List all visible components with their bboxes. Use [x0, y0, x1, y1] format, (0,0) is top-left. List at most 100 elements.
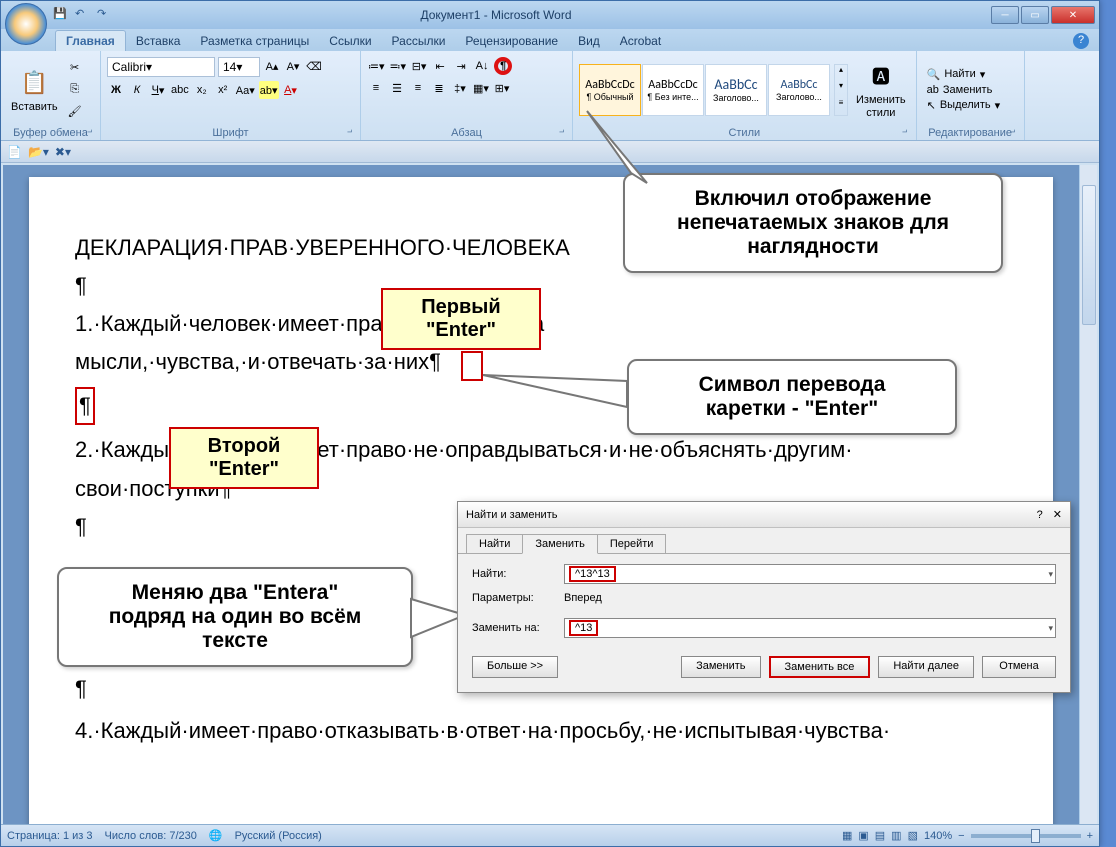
highlight-button[interactable]: ab▾ [259, 81, 279, 99]
cursor-icon: ↖ [927, 99, 936, 112]
copy-icon[interactable]: ⎘ [66, 81, 84, 99]
zoom-value[interactable]: 140% [924, 830, 952, 842]
tab-references[interactable]: Ссылки [319, 31, 381, 51]
dialog-tab-goto[interactable]: Перейти [597, 534, 667, 554]
cut-icon[interactable]: ✂ [66, 59, 84, 77]
indent-dec-button[interactable]: ⇤ [431, 57, 449, 75]
view-web-icon[interactable]: ▤ [875, 829, 885, 842]
tab-review[interactable]: Рецензирование [455, 31, 568, 51]
redo-icon[interactable]: ↷ [97, 7, 113, 23]
open-icon[interactable]: 📂▾ [28, 145, 49, 159]
zoom-slider[interactable] [971, 834, 1081, 838]
tab-insert[interactable]: Вставка [126, 31, 191, 51]
callout-enter-symbol: Символ переводакаретки - "Enter" [627, 359, 957, 435]
grow-font-icon[interactable]: A▴ [263, 57, 281, 75]
font-color-button[interactable]: A▾ [282, 81, 300, 99]
dialog-close-icon[interactable]: ✕ [1053, 508, 1062, 521]
status-lang[interactable]: Русский (Россия) [235, 830, 322, 842]
save-icon[interactable]: 💾 [53, 7, 69, 23]
style-normal[interactable]: AaBbCcDc¶ Обычный [579, 64, 641, 116]
close-button[interactable]: ✕ [1051, 6, 1095, 24]
styles-down[interactable]: ▾ [835, 81, 847, 98]
find-button[interactable]: 🔍Найти ▾ [923, 67, 1005, 82]
multilevel-button[interactable]: ⊟▾ [410, 57, 428, 75]
dialog-titlebar[interactable]: Найти и заменить ? ✕ [458, 502, 1070, 528]
cancel-button[interactable]: Отмена [982, 656, 1056, 678]
change-styles-icon: 🅰 [865, 60, 897, 92]
find-input[interactable]: ^13^13 ▾ [564, 564, 1056, 584]
replace-button[interactable]: abЗаменить [923, 83, 1005, 97]
case-button[interactable]: Aa▾ [235, 81, 256, 99]
superscript-button[interactable]: x² [214, 81, 232, 99]
align-right-button[interactable]: ≡ [409, 79, 427, 97]
status-page[interactable]: Страница: 1 из 3 [7, 830, 93, 842]
indent-inc-button[interactable]: ⇥ [452, 57, 470, 75]
italic-button[interactable]: К [128, 81, 146, 99]
styles-gallery[interactable]: AaBbCcDc¶ Обычный AaBbCcDc¶ Без инте... … [579, 64, 830, 116]
shrink-font-icon[interactable]: A▾ [284, 57, 302, 75]
status-lang-icon[interactable]: 🌐 [209, 829, 223, 842]
find-next-button[interactable]: Найти далее [878, 656, 974, 678]
numbering-button[interactable]: ≕▾ [389, 57, 408, 75]
borders-button[interactable]: ⊞▾ [493, 79, 511, 97]
align-center-button[interactable]: ☰ [388, 79, 406, 97]
view-outline-icon[interactable]: ▥ [891, 829, 901, 842]
minimize-button[interactable]: ─ [991, 6, 1019, 24]
office-button[interactable] [5, 3, 47, 45]
styles-more[interactable]: ≡ [835, 98, 847, 115]
zoom-out-button[interactable]: − [958, 830, 964, 842]
format-painter-icon[interactable]: 🖌 [66, 103, 84, 121]
font-name-combo[interactable]: Calibri ▾ [107, 57, 215, 77]
maximize-button[interactable]: ▭ [1021, 6, 1049, 24]
show-marks-button[interactable]: ¶ [494, 57, 512, 75]
more-button[interactable]: Больше >> [472, 656, 558, 678]
scrollbar-thumb[interactable] [1082, 185, 1096, 325]
help-icon[interactable]: ? [1073, 33, 1089, 49]
shading-button[interactable]: ▦▾ [472, 79, 490, 97]
zoom-in-button[interactable]: + [1087, 830, 1093, 842]
replace-one-button[interactable]: Заменить [681, 656, 760, 678]
new-doc-icon[interactable]: 📄 [7, 145, 22, 159]
underline-button[interactable]: Ч▾ [149, 81, 167, 99]
view-full-icon[interactable]: ▣ [858, 829, 868, 842]
bold-button[interactable]: Ж [107, 81, 125, 99]
dialog-help-icon[interactable]: ? [1037, 509, 1043, 521]
close-doc-icon[interactable]: ✖▾ [55, 145, 71, 159]
view-draft-icon[interactable]: ▧ [908, 829, 918, 842]
style-heading1[interactable]: AaBbCcЗаголово... [705, 64, 767, 116]
font-size-combo[interactable]: 14 ▾ [218, 57, 260, 77]
strike-button[interactable]: abc [170, 81, 190, 99]
tab-acrobat[interactable]: Acrobat [610, 31, 671, 51]
view-print-icon[interactable]: ▦ [842, 829, 852, 842]
tab-mailings[interactable]: Рассылки [382, 31, 456, 51]
tab-view[interactable]: Вид [568, 31, 610, 51]
dialog-tab-find[interactable]: Найти [466, 534, 523, 554]
undo-icon[interactable]: ↶ [75, 7, 91, 23]
justify-button[interactable]: ≣ [430, 79, 448, 97]
style-no-spacing[interactable]: AaBbCcDc¶ Без инте... [642, 64, 704, 116]
vertical-scrollbar[interactable] [1079, 165, 1097, 824]
style-heading2[interactable]: AaBbCcЗаголово... [768, 64, 830, 116]
clear-format-icon[interactable]: ⌫ [305, 57, 323, 75]
sort-button[interactable]: A↓ [473, 57, 491, 75]
group-paragraph: Абзац [367, 126, 566, 140]
align-left-button[interactable]: ≡ [367, 79, 385, 97]
tab-layout[interactable]: Разметка страницы [190, 31, 319, 51]
dialog-tab-replace[interactable]: Заменить [522, 534, 597, 554]
change-styles-button[interactable]: 🅰 Изменить стили [852, 58, 910, 120]
paste-button[interactable]: 📋 Вставить [7, 65, 62, 115]
line-spacing-button[interactable]: ‡▾ [451, 79, 469, 97]
pilcrow-1: ¶ [75, 269, 1007, 303]
bullets-button[interactable]: ≔▾ [367, 57, 386, 75]
window-title: Документ1 - Microsoft Word [1, 8, 991, 22]
subscript-button[interactable]: x₂ [193, 81, 211, 99]
group-font: Шрифт [107, 126, 354, 140]
replace-all-button[interactable]: Заменить все [769, 656, 871, 678]
select-button[interactable]: ↖Выделить ▾ [923, 98, 1005, 113]
tab-home[interactable]: Главная [55, 30, 126, 51]
pilcrow-2-boxed: ¶ [75, 387, 95, 425]
styles-up[interactable]: ▴ [835, 65, 847, 82]
find-replace-dialog[interactable]: Найти и заменить ? ✕ Найти Заменить Пере… [457, 501, 1071, 693]
status-words[interactable]: Число слов: 7/230 [105, 830, 197, 842]
replace-input[interactable]: ^13 ▾ [564, 618, 1056, 638]
